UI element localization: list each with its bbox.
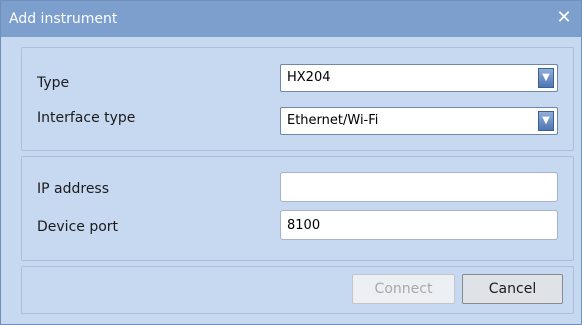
ip-address-input[interactable] bbox=[280, 172, 558, 202]
device-port-input[interactable] bbox=[280, 210, 558, 240]
action-panel: Connect Cancel bbox=[21, 266, 574, 314]
connect-button[interactable]: Connect bbox=[352, 274, 455, 304]
interface-type-label: Interface type bbox=[37, 110, 136, 126]
dialog-title: Add instrument bbox=[9, 11, 118, 27]
add-instrument-dialog: Add instrument ✕ Type HX204 ▼ Interface … bbox=[0, 0, 582, 325]
type-dropdown[interactable]: HX204 ▼ bbox=[280, 64, 558, 92]
network-panel: IP address Device port bbox=[21, 156, 574, 261]
type-label: Type bbox=[37, 75, 70, 91]
interface-type-dropdown[interactable]: Ethernet/Wi-Fi ▼ bbox=[280, 107, 558, 135]
device-port-label: Device port bbox=[37, 219, 119, 235]
instrument-panel: Type HX204 ▼ Interface type Ethernet/Wi-… bbox=[21, 47, 574, 151]
ip-address-label: IP address bbox=[37, 181, 110, 197]
close-icon[interactable]: ✕ bbox=[553, 6, 575, 30]
cancel-button[interactable]: Cancel bbox=[462, 274, 563, 304]
title-bar[interactable]: Add instrument ✕ bbox=[1, 1, 581, 37]
chevron-down-icon[interactable]: ▼ bbox=[538, 68, 554, 88]
interface-type-dropdown-value: Ethernet/Wi-Fi bbox=[287, 113, 379, 128]
type-dropdown-value: HX204 bbox=[287, 70, 331, 85]
chevron-down-icon[interactable]: ▼ bbox=[538, 111, 554, 131]
